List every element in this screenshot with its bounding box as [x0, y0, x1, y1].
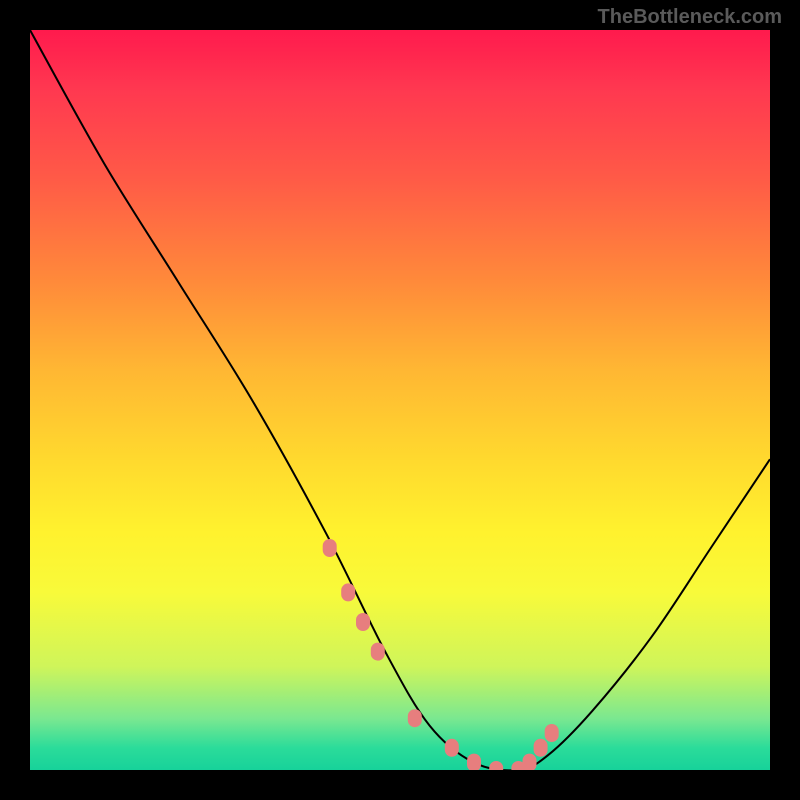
chart-svg — [30, 30, 770, 770]
marker-point — [356, 613, 370, 631]
chart-container: TheBottleneck.com — [0, 0, 800, 800]
marker-point — [523, 754, 537, 770]
marker-point — [445, 739, 459, 757]
marker-point — [545, 724, 559, 742]
marker-point — [408, 709, 422, 727]
marker-point — [323, 539, 337, 557]
marker-point — [371, 643, 385, 661]
marker-point — [534, 739, 548, 757]
curve-markers — [323, 539, 559, 770]
marker-point — [341, 583, 355, 601]
bottleneck-curve — [30, 30, 770, 770]
watermark-text: TheBottleneck.com — [598, 6, 782, 29]
marker-point — [467, 754, 481, 770]
marker-point — [489, 761, 503, 770]
plot-area — [30, 30, 770, 770]
